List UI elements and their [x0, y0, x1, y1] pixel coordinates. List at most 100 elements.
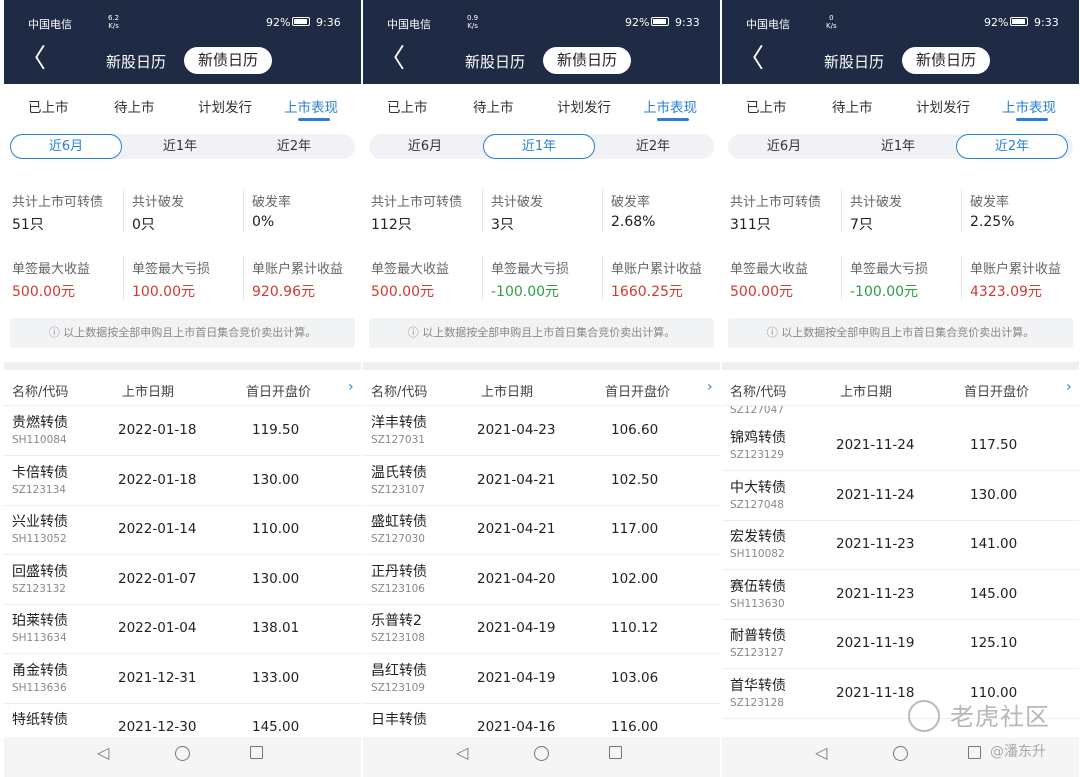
- bond-code: SZ123107: [371, 483, 425, 496]
- nav-recent-square-icon[interactable]: [609, 746, 622, 759]
- column-divider: [602, 256, 603, 300]
- sub-tab[interactable]: 已上市: [387, 96, 428, 116]
- tab-ipo-calendar[interactable]: 新股日历: [824, 51, 884, 72]
- table-row[interactable]: 珀莱转债 SH113634 2022-01-04 138.01: [4, 604, 361, 654]
- column-header[interactable]: 首日开盘价: [964, 381, 1029, 400]
- period-option[interactable]: 近2年: [597, 134, 709, 159]
- stat-value: -100.00元: [850, 284, 919, 300]
- status-time: 9:33: [1034, 16, 1059, 29]
- back-chevron-icon[interactable]: 〈: [379, 46, 405, 72]
- listing-date: 2022-01-04: [118, 620, 197, 636]
- open-price: 106.60: [611, 422, 659, 438]
- table-row[interactable]: 宏发转债 SH110082 2021-11-23 141.00: [722, 520, 1079, 570]
- sub-tab[interactable]: 上市表现: [284, 96, 338, 116]
- table-row[interactable]: 贵燃转债 SH110084 2022-01-18 119.50: [4, 406, 361, 456]
- period-option[interactable]: 近1年: [124, 134, 236, 159]
- stat-label: 单账户累计收益: [970, 262, 1062, 277]
- sub-tab[interactable]: 已上市: [28, 96, 69, 116]
- listing-date: 2021-11-18: [836, 684, 915, 701]
- table-row[interactable]: 盛虹转债 SZ127030 2021-04-21 117.00: [363, 505, 720, 555]
- table-row[interactable]: 洋丰转债 SZ127031 2021-04-23 106.60: [363, 406, 720, 456]
- period-option[interactable]: 近6月: [369, 134, 481, 159]
- nav-back-triangle-icon[interactable]: ◁: [815, 743, 827, 762]
- listing-date: 2021-11-23: [836, 585, 915, 602]
- column-header[interactable]: 上市日期: [122, 381, 174, 400]
- info-icon: ⓘ: [407, 326, 423, 339]
- sub-tab[interactable]: 待上市: [114, 96, 155, 116]
- back-chevron-icon[interactable]: 〈: [20, 46, 46, 72]
- period-option[interactable]: 近6月: [10, 134, 122, 159]
- watermark-author: @潘东升: [990, 744, 1046, 760]
- stat-label: 单签最大收益: [12, 262, 91, 277]
- table-row[interactable]: 正丹转债 SZ123106 2021-04-20 102.00: [363, 555, 720, 605]
- stat-label: 共计破发: [132, 195, 185, 210]
- table-row[interactable]: 回盛转债 SZ123132 2022-01-07 130.00: [4, 555, 361, 605]
- sub-tab[interactable]: 已上市: [746, 96, 787, 116]
- tab-ipo-calendar[interactable]: 新股日历: [106, 51, 166, 72]
- table-row[interactable]: 甬金转债 SH113636 2021-12-31 133.00: [4, 654, 361, 704]
- note-text: 以上数据按全部申购且上市首日集合竞价卖出计算。: [422, 326, 676, 339]
- sub-tab[interactable]: 计划发行: [557, 96, 611, 116]
- sub-tab[interactable]: 待上市: [832, 96, 873, 116]
- period-option[interactable]: 近1年: [842, 134, 954, 159]
- system-navigation-bar: ◁: [4, 737, 361, 777]
- column-header: 名称/代码: [730, 385, 787, 400]
- period-option[interactable]: 近2年: [238, 134, 350, 159]
- table-row[interactable]: 日丰转债 2021-04-16 116.00: [363, 703, 720, 737]
- sub-tab[interactable]: 计划发行: [916, 96, 970, 116]
- table-row[interactable]: 特纸转债 2021-12-30 145.00: [4, 703, 361, 737]
- nav-home-circle-icon[interactable]: [175, 746, 190, 761]
- bond-name: 回盛转债: [12, 563, 68, 580]
- column-header[interactable]: 首日开盘价: [246, 381, 311, 400]
- back-chevron-icon[interactable]: 〈: [738, 46, 764, 72]
- table-row[interactable]: 昌红转债 SZ123109 2021-04-19 103.06: [363, 654, 720, 704]
- table-row[interactable]: 兴业转债 SH113052 2022-01-14 110.00: [4, 505, 361, 555]
- sub-tab[interactable]: 上市表现: [1002, 96, 1056, 116]
- stat-label: 共计上市可转债: [730, 195, 822, 210]
- table-row[interactable]: 赛伍转债 SH113630 2021-11-23 145.00: [722, 570, 1079, 620]
- table-row[interactable]: 锦鸡转债 SZ123129 2021-11-24 117.50: [722, 421, 1079, 471]
- nav-back-triangle-icon[interactable]: ◁: [97, 743, 109, 762]
- stat-label: 单签最大亏损: [850, 262, 929, 277]
- battery-icon: [651, 17, 669, 26]
- period-option[interactable]: 近2年: [956, 134, 1068, 159]
- more-columns-chevron-icon[interactable]: ›: [1066, 379, 1072, 395]
- period-option[interactable]: 近6月: [728, 134, 840, 159]
- battery-icon: [292, 17, 310, 26]
- speed-value: 0.9: [467, 14, 479, 22]
- table-row[interactable]: 卡倍转债 SZ123134 2022-01-18 130.00: [4, 456, 361, 506]
- nav-recent-square-icon[interactable]: [250, 746, 263, 759]
- phone-screen: 中国电信 0 K/s 92% 9:33 〈 新股日历 新债日历 已上市 待上市 计划发行 上市表现 近6…: [722, 0, 1079, 777]
- sub-tab[interactable]: 计划发行: [198, 96, 252, 116]
- tab-ipo-calendar[interactable]: 新股日历: [465, 51, 525, 72]
- column-header[interactable]: 上市日期: [481, 381, 533, 400]
- bond-code: SZ127030: [371, 533, 425, 545]
- nav-home-circle-icon[interactable]: [893, 746, 908, 761]
- column-divider: [841, 256, 842, 300]
- period-option[interactable]: 近1年: [483, 134, 595, 159]
- stat-label: 共计破发: [491, 195, 544, 210]
- more-columns-chevron-icon[interactable]: ›: [348, 379, 354, 395]
- listing-date: 2021-11-19: [836, 635, 915, 651]
- listing-date: 2021-11-23: [836, 536, 915, 552]
- tab-bond-calendar[interactable]: 新债日历: [184, 47, 272, 74]
- nav-home-circle-icon[interactable]: [534, 746, 549, 761]
- table-row[interactable]: 乐普转2 SZ123108 2021-04-19 110.12: [363, 604, 720, 654]
- bond-name: 珀莱转债: [12, 613, 68, 629]
- table-row[interactable]: 耐普转债 SZ123127 2021-11-19 125.10: [722, 619, 1079, 669]
- more-columns-chevron-icon[interactable]: ›: [707, 379, 713, 395]
- bond-table: 贵燃转债 SH110084 2022-01-18 119.50 卡倍转债 SZ123134…: [4, 406, 361, 737]
- sub-tab[interactable]: 上市表现: [643, 96, 697, 116]
- table-row[interactable]: 中大转债 SZ127048 2021-11-24 130.00: [722, 471, 1079, 521]
- column-header[interactable]: 上市日期: [840, 381, 892, 400]
- tab-bond-calendar[interactable]: 新债日历: [543, 47, 631, 74]
- battery-percent: 92%: [984, 16, 1009, 29]
- table-row[interactable]: 温氏转债 SZ123107 2021-04-21 102.50: [363, 456, 720, 506]
- table-header: 名称/代码 上市日期 首日开盘价 ›: [4, 370, 361, 406]
- column-header[interactable]: 首日开盘价: [605, 381, 670, 400]
- tab-bond-calendar[interactable]: 新债日历: [902, 47, 990, 74]
- nav-back-triangle-icon[interactable]: ◁: [456, 743, 468, 762]
- sub-tab[interactable]: 待上市: [473, 96, 514, 116]
- bond-name: 正丹转债: [371, 563, 427, 580]
- note-text: 以上数据按全部申购且上市首日集合竞价卖出计算。: [781, 326, 1035, 339]
